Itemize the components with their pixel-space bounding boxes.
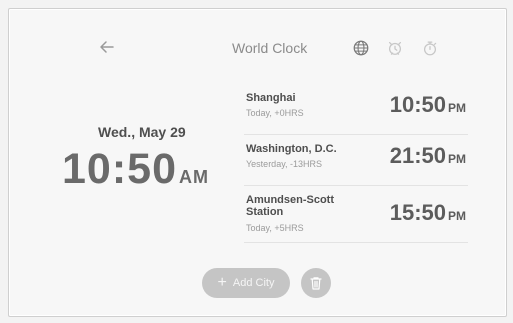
city-time-value: 21:50 xyxy=(389,143,446,168)
city-time-value: 10:50 xyxy=(389,92,446,117)
add-city-button[interactable]: + Add City xyxy=(202,268,290,298)
stopwatch-icon[interactable] xyxy=(419,37,441,59)
city-time: 10:50 PM xyxy=(390,92,466,118)
local-date: Wed., May 29 xyxy=(98,124,186,140)
globe-icon[interactable] xyxy=(350,37,372,59)
city-time: 21:50 PM xyxy=(390,143,466,169)
city-time-ampm: PM xyxy=(448,101,466,115)
add-city-label: Add City xyxy=(232,277,275,289)
city-time: 15:50 PM xyxy=(390,200,466,226)
city-offset: Today, +0HRS xyxy=(246,108,304,118)
city-offset: Today, +5HRS xyxy=(246,223,304,233)
city-name: Amundsen-Scott Station xyxy=(246,194,334,218)
local-time: 10:50 AM xyxy=(62,145,209,194)
city-row-shanghai[interactable]: Shanghai Today, +0HRS 10:50 PM xyxy=(244,84,468,135)
city-name: Washington, D.C. xyxy=(246,143,337,155)
trash-icon[interactable] xyxy=(301,268,331,298)
page-title: World Clock xyxy=(232,40,308,56)
city-row-amundsen-scott[interactable]: Amundsen-Scott Station Today, +5HRS 15:5… xyxy=(244,186,468,243)
city-row-washington[interactable]: Washington, D.C. Yesterday, -13HRS 21:50… xyxy=(244,135,468,186)
alarm-icon[interactable] xyxy=(384,37,406,59)
local-time-value: 10:50 xyxy=(62,145,177,193)
city-name: Shanghai xyxy=(246,92,296,104)
local-time-ampm: AM xyxy=(178,167,209,187)
city-list: Shanghai Today, +0HRS 10:50 PM Washington… xyxy=(244,84,468,243)
city-offset: Yesterday, -13HRS xyxy=(246,159,323,169)
city-time-ampm: PM xyxy=(448,209,466,223)
city-time-ampm: PM xyxy=(448,152,466,166)
plus-icon: + xyxy=(217,274,227,291)
back-arrow-icon[interactable] xyxy=(96,36,118,58)
city-time-value: 15:50 xyxy=(389,200,446,225)
